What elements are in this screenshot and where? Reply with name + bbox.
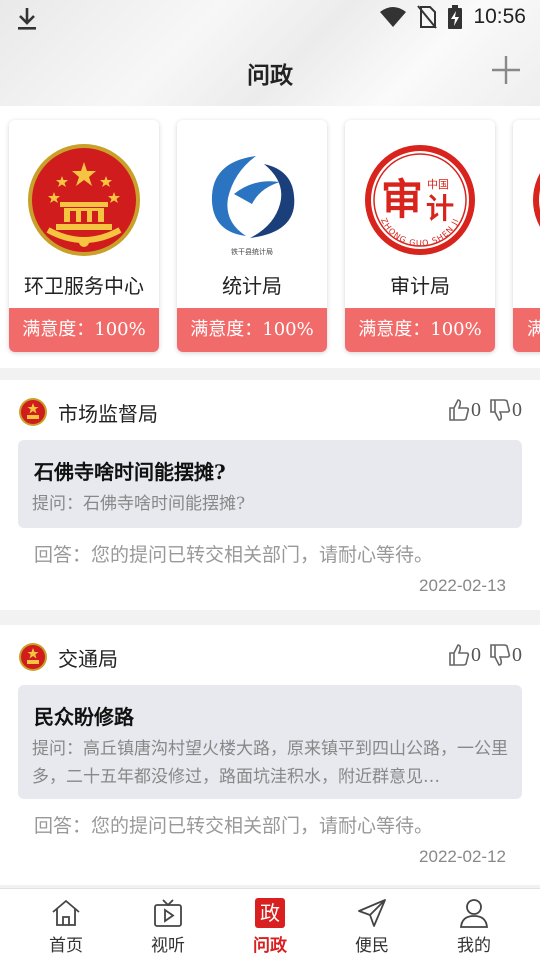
like-button[interactable]: 0 xyxy=(448,643,481,667)
question-header: 交通局 xyxy=(18,641,118,673)
send-icon xyxy=(358,899,386,927)
department-name: 统计局 xyxy=(222,274,282,298)
satisfaction-label: 满意度：100% xyxy=(177,308,327,352)
answer-text: 回答：您的提问已转交相关部门，请耐心等待。 xyxy=(34,544,434,566)
department-card[interactable]: 铁干县统计局 统计局 满意度：100% xyxy=(177,120,327,352)
tab-convenience[interactable]: 便民 xyxy=(322,889,422,960)
thumbs-up-icon xyxy=(449,644,470,666)
bottom-tab-bar: 首页 视听 政 问政 便民 我的 xyxy=(0,888,540,960)
department-card[interactable]: 审 中国 计 ZHONG GUO SHEN JI 审计局 满意度：100% xyxy=(345,120,495,352)
add-icon[interactable] xyxy=(490,54,522,86)
dislike-button[interactable]: 0 xyxy=(489,398,522,422)
question-card[interactable]: 市场监督局 0 0 石佛寺啥时间能摆摊? 提问：石佛寺啥时间能摆摊? 回答：您的… xyxy=(0,380,540,610)
audit-bureau-logo-icon xyxy=(533,173,540,227)
tab-home[interactable]: 首页 xyxy=(16,889,116,960)
department-card[interactable]: 环卫服务中心 满意度：100% xyxy=(9,120,159,352)
tab-label: 便民 xyxy=(355,936,389,956)
page-title: 问政 xyxy=(247,62,293,89)
national-emblem-icon xyxy=(19,643,47,671)
question-date: 2022-02-12 xyxy=(419,847,506,866)
tab-media[interactable]: 视听 xyxy=(118,889,218,960)
like-count: 0 xyxy=(471,398,481,421)
question-box[interactable]: 石佛寺啥时间能摆摊? 提问：石佛寺啥时间能摆摊? xyxy=(18,440,522,528)
logo-char-shen: 审 xyxy=(381,175,423,224)
title-bar: 问政 xyxy=(0,50,540,98)
question-card[interactable]: 交通局 0 0 民众盼修路 提问：高丘镇唐沟村望火楼大路，原来镇平到四山公路，一… xyxy=(0,625,540,885)
question-date: 2022-02-13 xyxy=(419,576,506,595)
department-name: 市场监督局 xyxy=(58,401,158,426)
answer-text: 回答：您的提问已转交相关部门，请耐心等待。 xyxy=(34,815,434,837)
tv-icon xyxy=(154,899,182,927)
satisfaction-label: 满意度：100% xyxy=(345,308,495,352)
tab-label: 视听 xyxy=(151,936,185,956)
tab-label: 首页 xyxy=(49,936,83,956)
audit-bureau-logo-icon: 审 中国 计 ZHONG GUO SHEN JI xyxy=(365,145,475,255)
tab-label: 问政 xyxy=(253,936,287,956)
question-title: 民众盼修路 xyxy=(34,705,134,729)
dislike-count: 0 xyxy=(512,643,522,666)
department-name: 环卫服务中心 xyxy=(24,274,144,298)
dislike-count: 0 xyxy=(512,398,522,421)
status-bar: 10:56 xyxy=(0,0,540,38)
thumbs-up-icon xyxy=(449,399,470,421)
vote-group: 0 0 xyxy=(440,643,522,667)
question-box[interactable]: 民众盼修路 提问：高丘镇唐沟村望火楼大路，原来镇平到四山公路，一公里多，二十五年… xyxy=(18,685,522,799)
logo-char-ji: 计 xyxy=(426,192,454,225)
clock: 10:56 xyxy=(473,5,526,28)
question-header: 市场监督局 xyxy=(18,396,158,428)
tab-profile[interactable]: 我的 xyxy=(424,889,524,960)
thumbs-down-icon xyxy=(490,644,511,666)
download-icon xyxy=(18,8,36,30)
satisfaction-label: 满 xyxy=(513,308,540,352)
department-name: 审计局 xyxy=(390,274,450,298)
department-name: 交通局 xyxy=(58,646,118,671)
logo-caption: 铁干县统计局 xyxy=(231,247,273,256)
battery-charging-icon xyxy=(448,5,463,29)
user-icon xyxy=(460,899,488,928)
dislike-button[interactable]: 0 xyxy=(489,643,522,667)
like-button[interactable]: 0 xyxy=(448,398,481,422)
vote-group: 0 0 xyxy=(440,398,522,422)
question-body: 提问：石佛寺啥时间能摆摊? xyxy=(32,494,246,514)
zheng-icon: 政 xyxy=(255,898,285,928)
satisfaction-label: 满意度：100% xyxy=(9,308,159,352)
department-card[interactable]: 满 xyxy=(513,120,540,352)
thumbs-down-icon xyxy=(490,399,511,421)
question-body: 提问：高丘镇唐沟村望火楼大路，原来镇平到四山公路，一公里多，二十五年都没修过，路… xyxy=(32,739,508,787)
department-carousel[interactable]: 环卫服务中心 满意度：100% 铁干县统计局 统计局 满意度：100% 审 中国… xyxy=(0,106,540,368)
national-emblem-icon xyxy=(19,398,47,426)
statistics-bureau-logo-icon: 铁干县统计局 xyxy=(211,156,295,256)
tab-label: 我的 xyxy=(457,936,491,956)
national-emblem-icon xyxy=(28,144,140,256)
no-sim-icon xyxy=(417,5,438,29)
tab-wenzheng[interactable]: 政 问政 xyxy=(220,889,320,960)
question-title: 石佛寺啥时间能摆摊? xyxy=(34,460,226,484)
wifi-icon xyxy=(380,7,407,27)
home-icon xyxy=(52,899,80,926)
logo-char-zhongguo: 中国 xyxy=(427,178,449,191)
like-count: 0 xyxy=(471,643,481,666)
